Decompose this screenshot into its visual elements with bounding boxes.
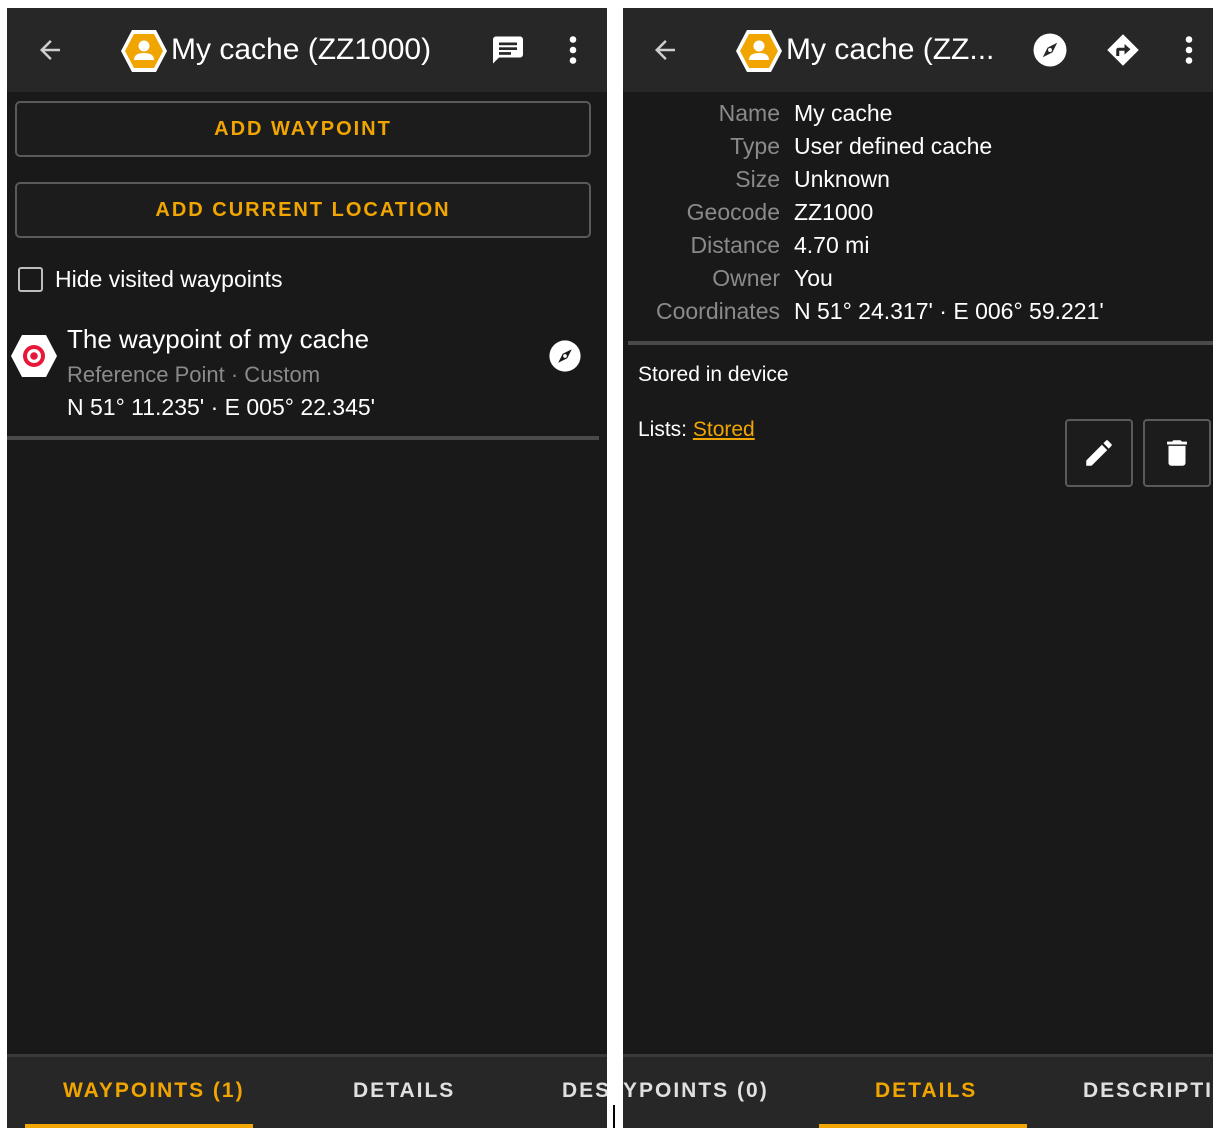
delete-icon — [1167, 440, 1187, 466]
page-title: My cache (ZZ... — [786, 33, 995, 66]
detail-value: User defined cache — [794, 133, 993, 159]
tab-waypoints[interactable]: YPOINTS (0) — [623, 1079, 769, 1103]
detail-value: My cache — [794, 100, 893, 126]
tab-bar: YPOINTS (0) DETAILS DESCRIPTIO — [623, 1054, 1213, 1128]
waypoint-subtitle: Reference Point · Custom — [67, 362, 321, 387]
lists-label: Lists: — [638, 418, 688, 441]
detail-row-coordinates[interactable]: Coordinates N 51° 24.317' · E 006° 59.22… — [623, 298, 1213, 331]
active-tab-indicator — [819, 1124, 1027, 1128]
add-current-location-button[interactable]: ADD CURRENT LOCATION — [15, 182, 591, 238]
compass-icon[interactable] — [1032, 32, 1068, 68]
back-arrow-icon[interactable] — [35, 35, 65, 65]
edit-icon — [1086, 440, 1112, 466]
waypoint-title: The waypoint of my cache — [67, 324, 370, 354]
list-divider — [7, 436, 599, 440]
detail-value: 4.70 mi — [794, 232, 870, 258]
add-waypoint-button[interactable]: ADD WAYPOINT — [15, 101, 591, 157]
section-divider — [628, 341, 1213, 345]
detail-label: Name — [718, 100, 780, 126]
comment-icon[interactable] — [490, 32, 526, 68]
waypoint-coordinates: N 51° 11.235' · E 005° 22.345' — [67, 394, 376, 420]
stored-status: Stored in device — [638, 363, 789, 386]
detail-row-geocode: Geocode ZZ1000 — [623, 199, 1213, 232]
detail-value: ZZ1000 — [794, 199, 874, 225]
tab-bar: WAYPOINTS (1) DETAILS DES — [7, 1054, 607, 1128]
detail-row-type: Type User defined cache — [623, 133, 1213, 166]
detail-label: Coordinates — [655, 298, 780, 324]
app-bar: My cache (ZZ1000) — [7, 8, 607, 92]
detail-row-name: Name My cache — [623, 100, 1213, 133]
hide-visited-label[interactable]: Hide visited waypoints — [55, 266, 283, 293]
tab-details[interactable]: DETAILS — [875, 1079, 977, 1103]
page-title: My cache (ZZ1000) — [171, 33, 432, 66]
detail-label: Owner — [712, 265, 780, 291]
more-vert-icon[interactable] — [1171, 32, 1207, 68]
app-bar: My cache (ZZ... — [623, 8, 1213, 92]
detail-label: Geocode — [686, 199, 780, 225]
detail-label: Size — [735, 166, 780, 192]
tab-description[interactable]: DES — [562, 1079, 607, 1103]
hide-visited-checkbox[interactable] — [18, 267, 43, 292]
cache-type-icon — [121, 30, 167, 72]
detail-label: Type — [730, 133, 780, 159]
reference-point-icon — [11, 335, 57, 377]
screenshot-separator — [613, 1105, 615, 1128]
tab-waypoints[interactable]: WAYPOINTS (1) — [63, 1079, 245, 1103]
navigate-icon[interactable] — [1105, 32, 1141, 68]
back-arrow-icon[interactable] — [650, 35, 680, 65]
detail-value[interactable]: N 51° 24.317' · E 006° 59.221' — [794, 298, 1104, 325]
detail-row-distance: Distance 4.70 mi — [623, 232, 1213, 265]
delete-button[interactable] — [1143, 419, 1211, 487]
detail-label: Distance — [690, 232, 780, 258]
cache-type-icon — [736, 30, 782, 72]
lists-row: Lists: Stored — [638, 418, 755, 442]
waypoints-screen: My cache (ZZ1000) ADD WAYPOINT ADD CURRE… — [7, 8, 607, 1128]
detail-value: You — [794, 265, 833, 291]
active-tab-indicator — [25, 1124, 253, 1128]
tab-details[interactable]: DETAILS — [353, 1079, 455, 1103]
lists-link[interactable]: Stored — [693, 418, 755, 441]
edit-lists-button[interactable] — [1065, 419, 1133, 487]
detail-row-owner: Owner You — [623, 265, 1213, 298]
detail-value: Unknown — [794, 166, 890, 192]
more-vert-icon[interactable] — [555, 32, 591, 68]
details-screen: My cache (ZZ... Name My cache Type User … — [623, 8, 1213, 1128]
compass-icon[interactable] — [548, 339, 582, 373]
detail-row-size: Size Unknown — [623, 166, 1213, 199]
tab-description[interactable]: DESCRIPTIO — [1083, 1079, 1213, 1103]
